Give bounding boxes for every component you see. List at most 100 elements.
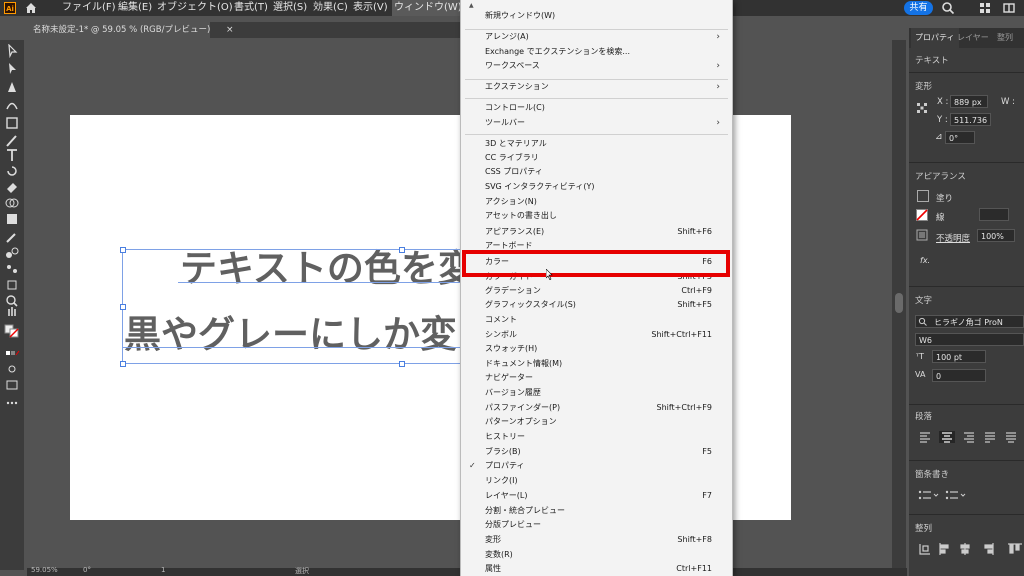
menu-type[interactable]: 書式(T) bbox=[234, 0, 268, 16]
menu-window[interactable]: ウィンドウ(W) bbox=[392, 0, 464, 16]
window-menu-item[interactable]: アセットの書き出し bbox=[461, 209, 732, 223]
font-style-select[interactable]: W6 bbox=[915, 333, 1024, 346]
pen-tool-icon[interactable] bbox=[4, 80, 20, 94]
menu-scroll-up-icon[interactable]: ▲ bbox=[469, 2, 474, 9]
zoom-level[interactable]: 59.05% bbox=[31, 566, 58, 574]
selection-handle[interactable] bbox=[399, 361, 405, 367]
window-menu-item[interactable]: レイヤー(L) F7 bbox=[461, 489, 732, 503]
window-menu-item[interactable]: CSS プロパティ bbox=[461, 165, 732, 179]
menu-view[interactable]: 表示(V) bbox=[353, 0, 388, 16]
blend-tool-icon[interactable] bbox=[4, 246, 20, 260]
window-menu-item[interactable]: ヒストリー bbox=[461, 430, 732, 444]
menu-object[interactable]: オブジェクト(O) bbox=[157, 0, 233, 16]
artboard-number[interactable]: 1 bbox=[161, 566, 165, 574]
window-menu-item[interactable]: ワークスペース › bbox=[461, 59, 732, 73]
window-menu-item[interactable]: ✓ プロパティ bbox=[461, 459, 732, 473]
window-menu-item[interactable]: リンク(I) bbox=[461, 474, 732, 488]
window-menu-item[interactable]: シンボル Shift+Ctrl+F11 bbox=[461, 328, 732, 342]
window-menu-item[interactable]: コメント bbox=[461, 313, 732, 327]
screen-mode-icon[interactable] bbox=[4, 378, 20, 392]
window-menu-item[interactable]: 変形 Shift+F8 bbox=[461, 533, 732, 547]
tracking-input[interactable]: 0 bbox=[932, 369, 986, 382]
window-menu-item[interactable]: グラデーション Ctrl+F9 bbox=[461, 284, 732, 298]
tab-align[interactable]: 整列 bbox=[997, 28, 1013, 48]
rotate-input[interactable]: 0° bbox=[945, 131, 975, 144]
canvas-vertical-scrollbar[interactable] bbox=[892, 40, 906, 568]
direct-selection-tool-icon[interactable] bbox=[4, 62, 20, 76]
window-menu-item[interactable]: 新規ウィンドウ(W) bbox=[461, 9, 732, 23]
menu-effect[interactable]: 効果(C) bbox=[313, 0, 348, 16]
shape-builder-tool-icon[interactable] bbox=[4, 196, 20, 210]
window-menu-item[interactable]: バージョン履歴 bbox=[461, 386, 732, 400]
window-menu-item[interactable]: Exchange でエクステンションを検索... bbox=[461, 45, 732, 59]
artboard-tool-icon[interactable] bbox=[4, 278, 20, 292]
more-tools-icon[interactable] bbox=[4, 396, 20, 410]
eyedropper-tool-icon[interactable] bbox=[4, 230, 20, 244]
list-style-icons[interactable] bbox=[918, 489, 978, 501]
opacity-label[interactable]: 不透明度 bbox=[936, 232, 970, 244]
home-icon[interactable] bbox=[24, 1, 38, 15]
y-input[interactable]: 511.736 bbox=[950, 113, 991, 126]
selection-handle[interactable] bbox=[120, 361, 126, 367]
fx-icon[interactable]: fx. bbox=[920, 256, 930, 265]
window-menu-item[interactable]: 3D とマテリアル bbox=[461, 137, 732, 151]
tab-properties[interactable]: プロパティ bbox=[911, 28, 959, 48]
reference-point-icon[interactable] bbox=[916, 102, 928, 114]
window-menu-item[interactable]: パターンオプション bbox=[461, 415, 732, 429]
window-menu-item[interactable]: ナビゲーター bbox=[461, 371, 732, 385]
menu-select[interactable]: 選択(S) bbox=[273, 0, 307, 16]
symbol-sprayer-tool-icon[interactable] bbox=[4, 262, 20, 276]
window-menu-item[interactable]: アクション(N) bbox=[461, 195, 732, 209]
color-mode-icon[interactable] bbox=[4, 346, 20, 360]
rotate-tool-icon[interactable] bbox=[4, 164, 20, 178]
paintbrush-tool-icon[interactable] bbox=[4, 134, 20, 148]
draw-mode-icon[interactable] bbox=[4, 362, 20, 376]
paragraph-alignment-icons[interactable] bbox=[918, 431, 1024, 443]
window-menu-item[interactable]: アレンジ(A) › bbox=[461, 30, 732, 44]
window-menu-item[interactable]: SVG インタラクティビティ(Y) bbox=[461, 180, 732, 194]
x-input[interactable]: 889 px bbox=[950, 95, 988, 108]
window-menu-item[interactable]: スウォッチ(H) bbox=[461, 342, 732, 356]
gradient-tool-icon[interactable] bbox=[4, 212, 20, 226]
font-family-select[interactable]: ヒラギノ角ゴ ProN bbox=[915, 315, 1024, 328]
window-menu-item[interactable]: 変数(R) bbox=[461, 548, 732, 562]
fill-stroke-swatch-icon[interactable] bbox=[4, 324, 20, 338]
curvature-tool-icon[interactable] bbox=[4, 98, 20, 112]
stroke-swatch[interactable] bbox=[916, 209, 928, 221]
workspace-icon[interactable] bbox=[978, 1, 992, 15]
stroke-weight-input[interactable] bbox=[979, 208, 1009, 221]
window-menu-item[interactable]: コントロール(C) bbox=[461, 101, 732, 115]
window-menu-item[interactable]: アピアランス(E) Shift+F6 bbox=[461, 225, 732, 239]
font-size-input[interactable]: 100 pt bbox=[932, 350, 986, 363]
selection-tool-icon[interactable] bbox=[4, 44, 20, 58]
fill-swatch[interactable] bbox=[917, 190, 929, 202]
eraser-tool-icon[interactable] bbox=[4, 180, 20, 194]
hand-tool-icon[interactable] bbox=[4, 304, 20, 318]
arrange-documents-icon[interactable] bbox=[1002, 1, 1016, 15]
search-icon[interactable] bbox=[941, 1, 955, 15]
tab-layers[interactable]: レイヤー bbox=[957, 28, 989, 48]
selection-handle[interactable] bbox=[120, 247, 126, 253]
window-menu-item[interactable]: エクステンション › bbox=[461, 80, 732, 94]
menu-file[interactable]: ファイル(F) bbox=[62, 0, 116, 16]
window-menu-item[interactable]: 分版プレビュー bbox=[461, 518, 732, 532]
selection-handle[interactable] bbox=[399, 247, 405, 253]
rectangle-tool-icon[interactable] bbox=[4, 116, 20, 130]
window-menu-item[interactable]: 分割・統合プレビュー bbox=[461, 504, 732, 518]
close-tab-icon[interactable]: × bbox=[226, 22, 234, 38]
type-tool-icon[interactable] bbox=[4, 148, 20, 162]
align-object-icons[interactable] bbox=[918, 542, 1024, 556]
window-menu-item[interactable]: ブラシ(B) F5 bbox=[461, 445, 732, 459]
selection-handle[interactable] bbox=[120, 304, 126, 310]
share-button[interactable]: 共有 bbox=[904, 1, 933, 15]
document-tab[interactable]: 名称未設定-1* @ 59.05 % (RGB/プレビュー) bbox=[27, 22, 210, 38]
window-menu-item[interactable]: 属性 Ctrl+F11 bbox=[461, 562, 732, 576]
rotation-angle[interactable]: 0° bbox=[83, 566, 91, 574]
scrollbar-thumb[interactable] bbox=[895, 293, 903, 313]
menu-edit[interactable]: 編集(E) bbox=[118, 0, 152, 16]
window-menu-item[interactable]: CC ライブラリ bbox=[461, 151, 732, 165]
window-menu-item[interactable]: パスファインダー(P) Shift+Ctrl+F9 bbox=[461, 401, 732, 415]
opacity-input[interactable]: 100% bbox=[977, 229, 1015, 242]
status-mode[interactable]: 選択 bbox=[295, 566, 309, 576]
window-menu-item[interactable]: ドキュメント情報(M) bbox=[461, 357, 732, 371]
